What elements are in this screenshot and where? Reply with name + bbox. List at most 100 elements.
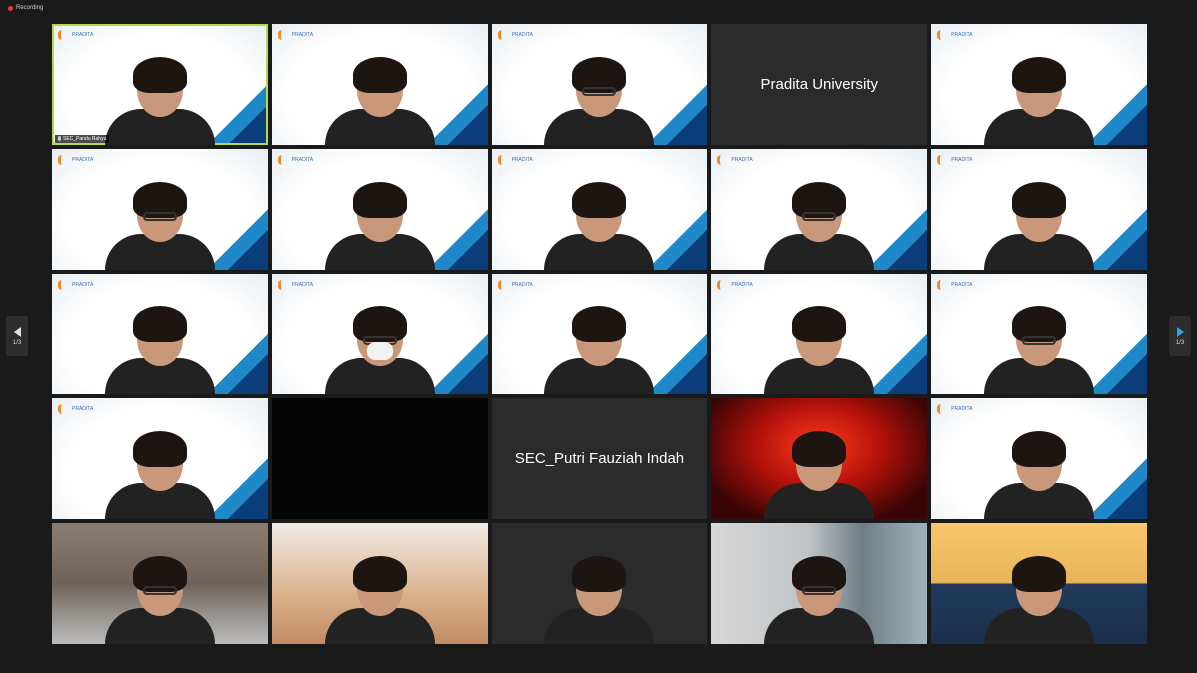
participant-video-tile[interactable]: PRADITA	[271, 24, 488, 145]
recording-indicator: Recording	[8, 5, 43, 11]
university-logo: PRADITA	[937, 154, 973, 165]
logo-mark-icon	[277, 154, 286, 165]
participant-silhouette	[324, 306, 435, 395]
participant-video-tile[interactable]: PRADITA	[491, 24, 708, 145]
recording-label: Recording	[16, 5, 44, 11]
participant-name: Pradita University	[760, 75, 879, 93]
participant-video-tile[interactable]: PRADITA	[52, 273, 268, 395]
participant-video-tile[interactable]: PRADITA	[52, 398, 268, 520]
university-logo: PRADITA	[58, 404, 93, 415]
logo-brand: PRADITA	[731, 156, 753, 163]
participant-name-tile[interactable]: SEC_Putri Fauziah Indah	[491, 398, 708, 520]
logo-mark-icon	[717, 154, 725, 165]
logo-mark-icon	[277, 30, 286, 40]
nametag-label: SEC_Pandu Rahyu	[63, 135, 107, 142]
participant-silhouette	[544, 306, 655, 395]
participant-name-tile[interactable]: Pradita University	[711, 24, 928, 145]
participant-silhouette	[764, 431, 875, 520]
participant-video-tile[interactable]: PRADITA	[931, 273, 1147, 395]
logo-brand: PRADITA	[291, 32, 314, 38]
university-logo: PRADITA	[497, 279, 533, 290]
participant-video-tile[interactable]: PRADITA	[271, 273, 488, 395]
logo-mark-icon	[937, 279, 945, 290]
logo-mark-icon	[58, 30, 66, 40]
university-logo: PRADITA	[497, 154, 533, 165]
logo-brand: PRADITA	[731, 281, 753, 288]
logo-mark-icon	[717, 279, 725, 290]
participant-video-tile[interactable]: PRADITA	[711, 273, 928, 395]
page-indicator-right: 1/3	[1175, 339, 1185, 346]
participant-silhouette	[324, 181, 435, 270]
logo-mark-icon	[937, 404, 945, 415]
video-grid: PRADITA SEC_Pandu Rahyu PRADITA PRADITA Prad…	[52, 24, 1147, 644]
record-dot-icon	[8, 5, 13, 11]
participant-silhouette	[984, 556, 1095, 644]
logo-brand: PRADITA	[291, 281, 314, 288]
participant-silhouette	[984, 56, 1095, 145]
participant-video-tile[interactable]: PRADITA SEC_Pandu Rahyu	[52, 24, 268, 145]
participant-video-tile[interactable]: PRADITA	[491, 273, 708, 395]
university-logo: PRADITA	[717, 279, 753, 290]
participant-silhouette	[764, 181, 875, 270]
logo-brand: PRADITA	[951, 156, 973, 163]
participant-video-tile[interactable]: PRADITA	[271, 148, 488, 270]
participant-silhouette	[984, 181, 1095, 270]
logo-mark-icon	[497, 154, 506, 165]
participant-silhouette	[104, 556, 215, 644]
university-logo: PRADITA	[58, 279, 94, 290]
university-logo: PRADITA	[58, 154, 93, 165]
participant-silhouette	[104, 181, 215, 270]
participant-silhouette	[764, 556, 875, 644]
participant-silhouette	[544, 181, 655, 270]
participant-silhouette	[324, 556, 435, 644]
participant-silhouette	[104, 306, 215, 395]
participant-silhouette	[984, 431, 1095, 520]
university-logo: PRADITA	[58, 30, 93, 40]
logo-mark-icon	[497, 279, 506, 290]
participant-name: SEC_Putri Fauziah Indah	[514, 450, 685, 468]
logo-brand: PRADITA	[72, 281, 94, 288]
logo-brand: PRADITA	[511, 32, 533, 38]
participant-video-tile[interactable]: PRADITA	[931, 398, 1147, 520]
logo-brand: PRADITA	[291, 156, 314, 163]
participant-silhouette	[764, 306, 875, 395]
participant-video-tile[interactable]	[931, 523, 1147, 644]
page-indicator-left: 1/3	[12, 339, 22, 346]
participant-video-tile[interactable]	[491, 523, 708, 644]
participant-video-tile[interactable]	[52, 523, 268, 644]
participant-video-tile[interactable]: PRADITA	[711, 148, 928, 270]
university-logo: PRADITA	[277, 154, 314, 165]
chevron-right-icon	[1176, 326, 1184, 337]
logo-brand: PRADITA	[511, 281, 533, 288]
microphone-icon	[58, 136, 61, 142]
participant-video-tile[interactable]	[271, 523, 488, 644]
participant-video-tile[interactable]	[711, 398, 928, 520]
university-logo: PRADITA	[277, 279, 314, 290]
logo-brand: PRADITA	[72, 32, 94, 38]
logo-mark-icon	[497, 30, 506, 40]
participant-nametag: SEC_Pandu Rahyu	[55, 134, 110, 143]
participant-video-tile[interactable]	[711, 523, 928, 644]
participant-video-tile[interactable]	[271, 398, 488, 520]
chevron-left-icon	[13, 326, 21, 337]
logo-mark-icon	[58, 279, 66, 290]
previous-page-button[interactable]: 1/3	[6, 316, 28, 356]
logo-brand: PRADITA	[511, 156, 533, 163]
participant-silhouette	[984, 306, 1095, 395]
participant-silhouette	[104, 56, 215, 145]
participant-video-tile[interactable]: PRADITA	[931, 24, 1147, 145]
university-logo: PRADITA	[937, 279, 973, 290]
participant-silhouette	[544, 56, 655, 145]
logo-brand: PRADITA	[951, 281, 973, 288]
university-logo: PRADITA	[937, 30, 973, 40]
university-logo: PRADITA	[277, 30, 314, 40]
logo-brand: PRADITA	[951, 406, 973, 413]
participant-silhouette	[104, 431, 215, 520]
participant-video-tile[interactable]: PRADITA	[52, 148, 268, 270]
participant-video-tile[interactable]: PRADITA	[931, 148, 1147, 270]
logo-mark-icon	[937, 30, 945, 40]
participant-video-tile[interactable]: PRADITA	[491, 148, 708, 270]
university-logo: PRADITA	[717, 154, 753, 165]
logo-mark-icon	[58, 154, 66, 165]
next-page-button[interactable]: 1/3	[1169, 316, 1191, 356]
